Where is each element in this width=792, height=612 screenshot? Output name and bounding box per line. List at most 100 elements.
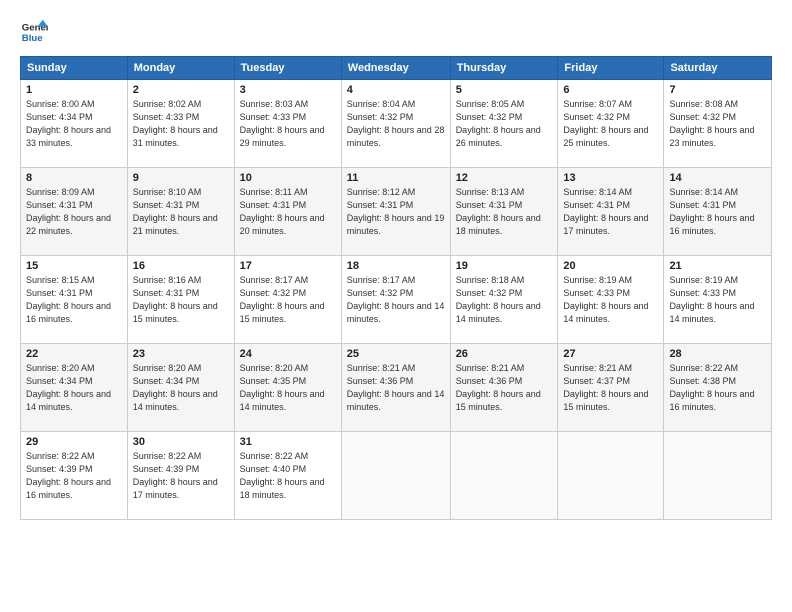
day-number: 19	[456, 260, 553, 272]
day-info: Sunrise: 8:18 AM Sunset: 4:32 PM Dayligh…	[456, 274, 553, 326]
day-info: Sunrise: 8:20 AM Sunset: 4:34 PM Dayligh…	[133, 362, 229, 414]
day-number: 7	[669, 84, 766, 96]
calendar-day-cell: 16 Sunrise: 8:16 AM Sunset: 4:31 PM Dayl…	[127, 256, 234, 344]
day-number: 30	[133, 436, 229, 448]
day-number: 11	[347, 172, 445, 184]
day-number: 5	[456, 84, 553, 96]
day-info: Sunrise: 8:22 AM Sunset: 4:39 PM Dayligh…	[133, 450, 229, 502]
day-info: Sunrise: 8:14 AM Sunset: 4:31 PM Dayligh…	[669, 186, 766, 238]
day-info: Sunrise: 8:17 AM Sunset: 4:32 PM Dayligh…	[347, 274, 445, 326]
day-info: Sunrise: 8:10 AM Sunset: 4:31 PM Dayligh…	[133, 186, 229, 238]
day-number: 10	[240, 172, 336, 184]
day-number: 12	[456, 172, 553, 184]
day-info: Sunrise: 8:09 AM Sunset: 4:31 PM Dayligh…	[26, 186, 122, 238]
calendar-day-cell: 1 Sunrise: 8:00 AM Sunset: 4:34 PM Dayli…	[21, 80, 128, 168]
day-info: Sunrise: 8:16 AM Sunset: 4:31 PM Dayligh…	[133, 274, 229, 326]
day-info: Sunrise: 8:22 AM Sunset: 4:38 PM Dayligh…	[669, 362, 766, 414]
empty-cell	[664, 432, 772, 520]
day-info: Sunrise: 8:08 AM Sunset: 4:32 PM Dayligh…	[669, 98, 766, 150]
empty-cell	[558, 432, 664, 520]
calendar-day-cell: 30 Sunrise: 8:22 AM Sunset: 4:39 PM Dayl…	[127, 432, 234, 520]
calendar-header-friday: Friday	[558, 57, 664, 80]
day-number: 16	[133, 260, 229, 272]
day-info: Sunrise: 8:21 AM Sunset: 4:36 PM Dayligh…	[347, 362, 445, 414]
day-info: Sunrise: 8:03 AM Sunset: 4:33 PM Dayligh…	[240, 98, 336, 150]
day-info: Sunrise: 8:07 AM Sunset: 4:32 PM Dayligh…	[563, 98, 658, 150]
day-info: Sunrise: 8:21 AM Sunset: 4:36 PM Dayligh…	[456, 362, 553, 414]
calendar-day-cell: 29 Sunrise: 8:22 AM Sunset: 4:39 PM Dayl…	[21, 432, 128, 520]
day-info: Sunrise: 8:02 AM Sunset: 4:33 PM Dayligh…	[133, 98, 229, 150]
day-number: 31	[240, 436, 336, 448]
calendar-day-cell: 23 Sunrise: 8:20 AM Sunset: 4:34 PM Dayl…	[127, 344, 234, 432]
calendar-day-cell: 3 Sunrise: 8:03 AM Sunset: 4:33 PM Dayli…	[234, 80, 341, 168]
calendar-week-row: 22 Sunrise: 8:20 AM Sunset: 4:34 PM Dayl…	[21, 344, 772, 432]
calendar-day-cell: 20 Sunrise: 8:19 AM Sunset: 4:33 PM Dayl…	[558, 256, 664, 344]
day-number: 18	[347, 260, 445, 272]
day-number: 6	[563, 84, 658, 96]
day-number: 20	[563, 260, 658, 272]
logo-icon: General Blue	[20, 18, 48, 46]
day-number: 27	[563, 348, 658, 360]
day-info: Sunrise: 8:12 AM Sunset: 4:31 PM Dayligh…	[347, 186, 445, 238]
calendar-day-cell: 28 Sunrise: 8:22 AM Sunset: 4:38 PM Dayl…	[664, 344, 772, 432]
calendar-day-cell: 17 Sunrise: 8:17 AM Sunset: 4:32 PM Dayl…	[234, 256, 341, 344]
calendar-week-row: 15 Sunrise: 8:15 AM Sunset: 4:31 PM Dayl…	[21, 256, 772, 344]
calendar-day-cell: 11 Sunrise: 8:12 AM Sunset: 4:31 PM Dayl…	[341, 168, 450, 256]
day-number: 3	[240, 84, 336, 96]
day-info: Sunrise: 8:17 AM Sunset: 4:32 PM Dayligh…	[240, 274, 336, 326]
calendar-day-cell: 12 Sunrise: 8:13 AM Sunset: 4:31 PM Dayl…	[450, 168, 558, 256]
day-number: 15	[26, 260, 122, 272]
day-info: Sunrise: 8:20 AM Sunset: 4:34 PM Dayligh…	[26, 362, 122, 414]
day-number: 4	[347, 84, 445, 96]
calendar-day-cell: 15 Sunrise: 8:15 AM Sunset: 4:31 PM Dayl…	[21, 256, 128, 344]
calendar-header-monday: Monday	[127, 57, 234, 80]
calendar-week-row: 8 Sunrise: 8:09 AM Sunset: 4:31 PM Dayli…	[21, 168, 772, 256]
day-number: 1	[26, 84, 122, 96]
day-info: Sunrise: 8:04 AM Sunset: 4:32 PM Dayligh…	[347, 98, 445, 150]
calendar-header-saturday: Saturday	[664, 57, 772, 80]
calendar-day-cell: 25 Sunrise: 8:21 AM Sunset: 4:36 PM Dayl…	[341, 344, 450, 432]
logo: General Blue	[20, 18, 52, 46]
calendar-header-sunday: Sunday	[21, 57, 128, 80]
day-number: 14	[669, 172, 766, 184]
calendar-day-cell: 21 Sunrise: 8:19 AM Sunset: 4:33 PM Dayl…	[664, 256, 772, 344]
page-header: General Blue	[20, 18, 772, 46]
day-number: 13	[563, 172, 658, 184]
day-number: 24	[240, 348, 336, 360]
calendar-day-cell: 24 Sunrise: 8:20 AM Sunset: 4:35 PM Dayl…	[234, 344, 341, 432]
day-info: Sunrise: 8:14 AM Sunset: 4:31 PM Dayligh…	[563, 186, 658, 238]
calendar-day-cell: 14 Sunrise: 8:14 AM Sunset: 4:31 PM Dayl…	[664, 168, 772, 256]
calendar-day-cell: 10 Sunrise: 8:11 AM Sunset: 4:31 PM Dayl…	[234, 168, 341, 256]
day-info: Sunrise: 8:19 AM Sunset: 4:33 PM Dayligh…	[563, 274, 658, 326]
day-info: Sunrise: 8:13 AM Sunset: 4:31 PM Dayligh…	[456, 186, 553, 238]
day-number: 23	[133, 348, 229, 360]
day-number: 8	[26, 172, 122, 184]
calendar-day-cell: 18 Sunrise: 8:17 AM Sunset: 4:32 PM Dayl…	[341, 256, 450, 344]
day-number: 25	[347, 348, 445, 360]
day-info: Sunrise: 8:05 AM Sunset: 4:32 PM Dayligh…	[456, 98, 553, 150]
calendar-header-tuesday: Tuesday	[234, 57, 341, 80]
svg-text:Blue: Blue	[22, 33, 43, 44]
day-info: Sunrise: 8:22 AM Sunset: 4:39 PM Dayligh…	[26, 450, 122, 502]
day-number: 21	[669, 260, 766, 272]
day-number: 26	[456, 348, 553, 360]
calendar-week-row: 1 Sunrise: 8:00 AM Sunset: 4:34 PM Dayli…	[21, 80, 772, 168]
calendar-day-cell: 27 Sunrise: 8:21 AM Sunset: 4:37 PM Dayl…	[558, 344, 664, 432]
calendar-week-row: 29 Sunrise: 8:22 AM Sunset: 4:39 PM Dayl…	[21, 432, 772, 520]
day-info: Sunrise: 8:20 AM Sunset: 4:35 PM Dayligh…	[240, 362, 336, 414]
calendar-day-cell: 26 Sunrise: 8:21 AM Sunset: 4:36 PM Dayl…	[450, 344, 558, 432]
calendar-day-cell: 19 Sunrise: 8:18 AM Sunset: 4:32 PM Dayl…	[450, 256, 558, 344]
calendar-day-cell: 7 Sunrise: 8:08 AM Sunset: 4:32 PM Dayli…	[664, 80, 772, 168]
day-number: 28	[669, 348, 766, 360]
day-number: 17	[240, 260, 336, 272]
empty-cell	[341, 432, 450, 520]
day-number: 22	[26, 348, 122, 360]
day-number: 29	[26, 436, 122, 448]
empty-cell	[450, 432, 558, 520]
calendar-header-wednesday: Wednesday	[341, 57, 450, 80]
calendar-day-cell: 8 Sunrise: 8:09 AM Sunset: 4:31 PM Dayli…	[21, 168, 128, 256]
day-info: Sunrise: 8:11 AM Sunset: 4:31 PM Dayligh…	[240, 186, 336, 238]
calendar-header-thursday: Thursday	[450, 57, 558, 80]
calendar-day-cell: 5 Sunrise: 8:05 AM Sunset: 4:32 PM Dayli…	[450, 80, 558, 168]
day-info: Sunrise: 8:00 AM Sunset: 4:34 PM Dayligh…	[26, 98, 122, 150]
